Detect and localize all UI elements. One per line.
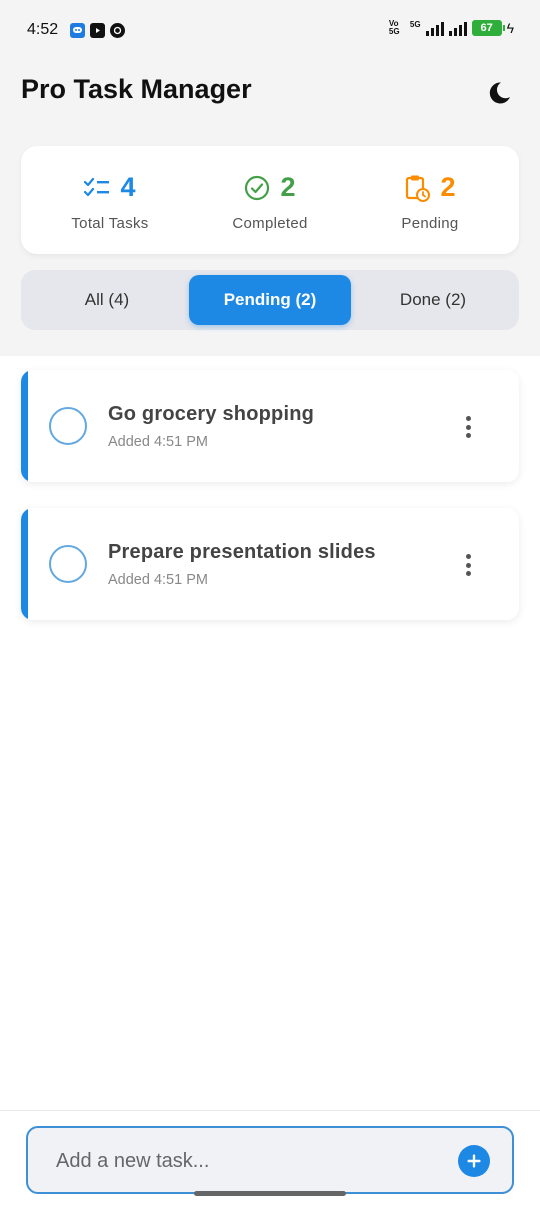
tab-done[interactable]: Done (2): [352, 275, 514, 325]
new-task-input[interactable]: [56, 1146, 436, 1176]
task-timestamp: Added 4:51 PM: [108, 572, 208, 588]
status-time: 4:52: [27, 21, 59, 38]
checklist-icon: [84, 177, 110, 196]
page-title: Pro Task Manager: [21, 74, 252, 104]
discord-icon: [70, 23, 85, 38]
task-title: Go grocery shopping: [108, 403, 315, 425]
moon-icon: [489, 82, 510, 104]
stat-pending: 2 Pending: [350, 146, 510, 254]
task-checkbox[interactable]: [49, 407, 87, 445]
task-input-container: [26, 1126, 514, 1194]
stat-completed-label: Completed: [232, 215, 308, 232]
add-task-button[interactable]: [458, 1145, 490, 1177]
stat-completed-value: 2: [280, 172, 296, 202]
signal-icon: [425, 20, 444, 36]
notification-icons: [70, 23, 125, 38]
youtube-icon: [90, 23, 105, 38]
task-item[interactable]: Go grocery shopping Added 4:51 PM: [21, 370, 519, 482]
more-options-icon[interactable]: [457, 552, 479, 578]
home-indicator[interactable]: [194, 1191, 346, 1196]
task-timestamp: Added 4:51 PM: [108, 434, 208, 450]
stats-card: 4 Total Tasks 2 Completed 2 Pending: [21, 146, 519, 254]
whatsapp-icon: [110, 23, 125, 38]
volte-indicator: Vo 5G: [388, 19, 400, 36]
clipboard-clock-icon: [406, 175, 431, 202]
network-label: 5G: [409, 20, 421, 29]
tab-pending[interactable]: Pending (2): [189, 275, 351, 325]
charging-icon: ϟ: [506, 20, 514, 36]
task-accent-bar: [21, 370, 28, 482]
stat-completed: 2 Completed: [190, 146, 350, 254]
task-checkbox[interactable]: [49, 545, 87, 583]
stat-total-value: 4: [120, 172, 136, 202]
stat-total-label: Total Tasks: [71, 215, 149, 232]
status-bar: 4:52 Vo 5G 5G 67 ϟ: [0, 0, 540, 60]
stat-total: 4 Total Tasks: [30, 146, 190, 254]
plus-icon: [467, 1154, 481, 1168]
task-title: Prepare presentation slides: [108, 541, 376, 563]
check-circle-icon: [245, 175, 270, 200]
tab-all[interactable]: All (4): [26, 275, 188, 325]
task-accent-bar: [21, 508, 28, 620]
status-right: Vo 5G 5G 67 ϟ: [389, 20, 514, 36]
task-item[interactable]: Prepare presentation slides Added 4:51 P…: [21, 508, 519, 620]
battery-icon: 67: [471, 20, 505, 36]
more-options-icon[interactable]: [457, 414, 479, 440]
stat-pending-label: Pending: [401, 215, 459, 232]
theme-toggle-button[interactable]: [484, 78, 514, 108]
stat-pending-value: 2: [440, 172, 456, 202]
filter-tabs: All (4) Pending (2) Done (2): [21, 270, 519, 330]
signal-icon-2: [448, 20, 467, 36]
